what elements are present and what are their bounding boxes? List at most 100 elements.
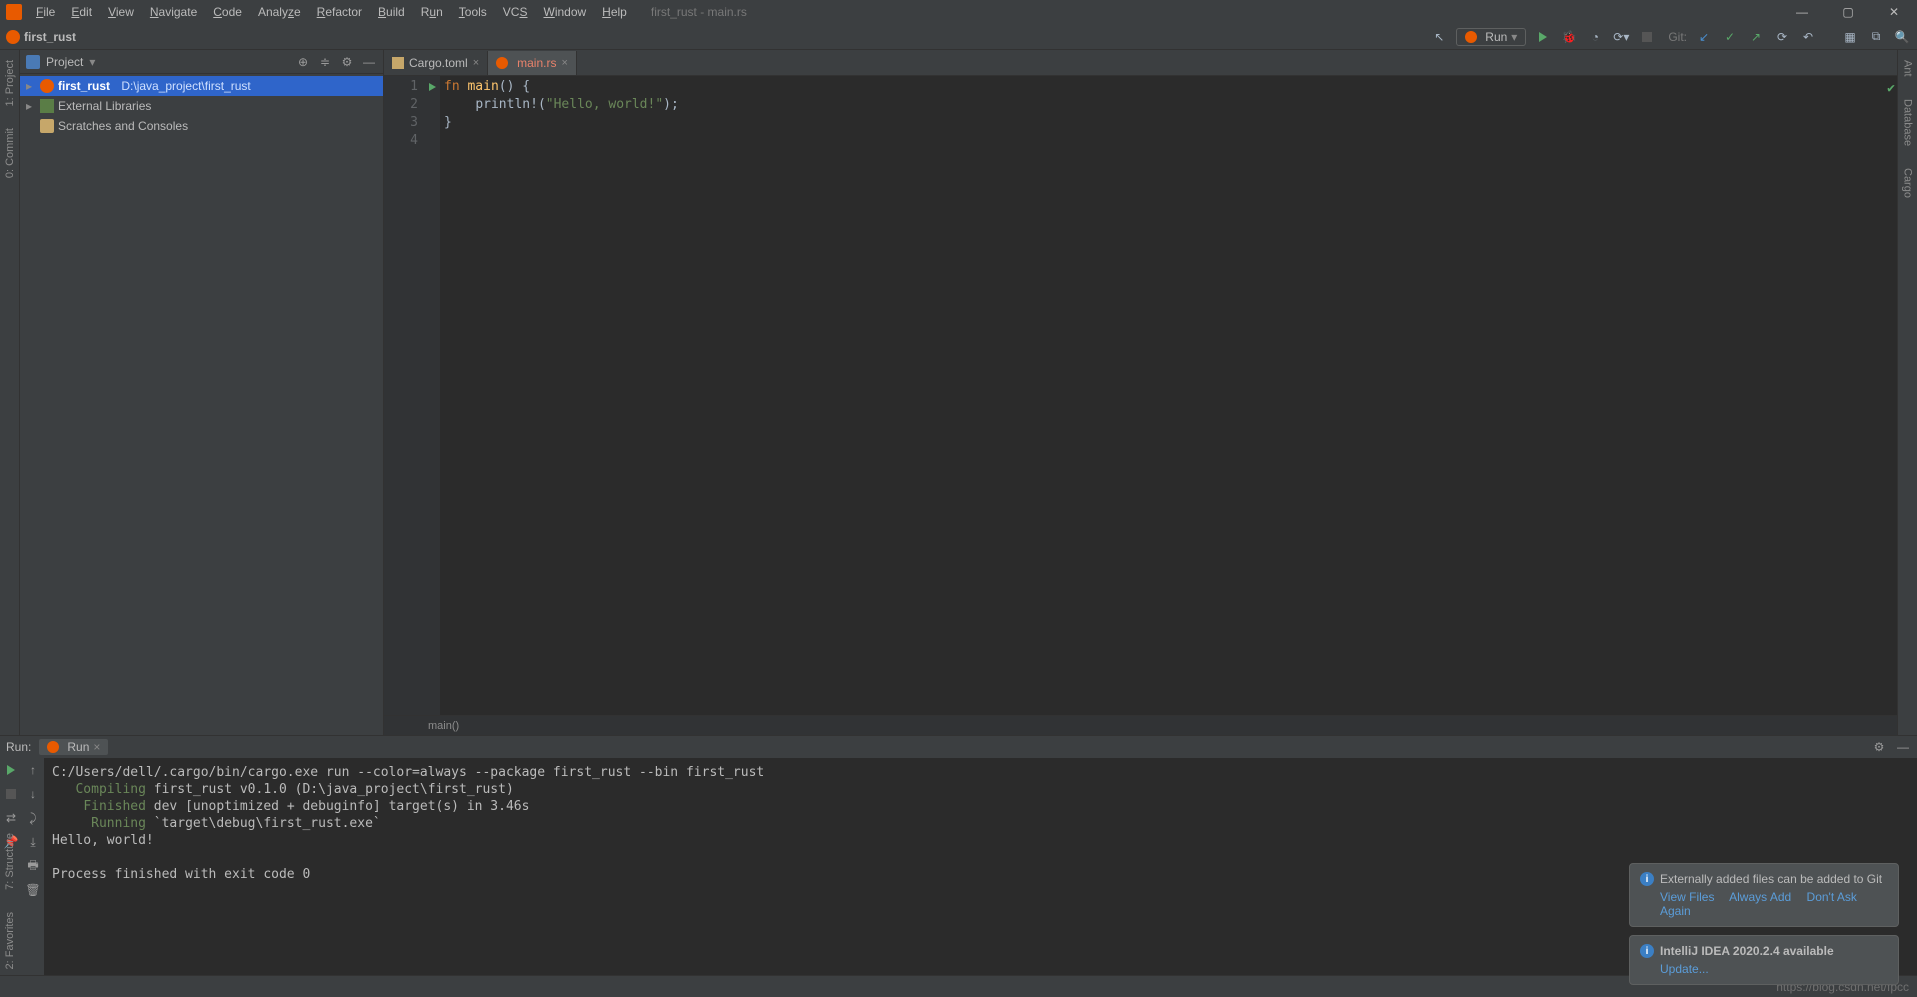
- ide-errors-icon[interactable]: ▦: [1841, 28, 1859, 46]
- down-icon[interactable]: ↓: [25, 786, 41, 802]
- run-button[interactable]: [1534, 28, 1552, 46]
- menu-file[interactable]: File: [28, 5, 63, 19]
- print-icon[interactable]: 🖶: [25, 858, 41, 874]
- tree-label: Scratches and Consoles: [58, 119, 188, 133]
- breadcrumb-item: main(): [428, 720, 459, 732]
- run-line-marker[interactable]: [424, 78, 440, 96]
- line-number-gutter[interactable]: 1234: [384, 76, 424, 715]
- maximize-button[interactable]: ▢: [1825, 0, 1871, 24]
- menu-help[interactable]: Help: [594, 5, 635, 19]
- window-controls: — ▢ ✕: [1779, 0, 1917, 24]
- gear-icon[interactable]: ⚙: [339, 54, 355, 70]
- project-pane-title[interactable]: Project: [46, 55, 83, 69]
- project-pane-header: Project ▾ ⊕ ≑ ⚙ —: [20, 50, 383, 74]
- locate-icon[interactable]: ⊕: [295, 54, 311, 70]
- hide-icon[interactable]: —: [361, 54, 377, 70]
- tree-root-path: D:\java_project\first_rust: [121, 79, 250, 93]
- tool-database-tab[interactable]: Database: [1902, 93, 1914, 152]
- library-icon: [40, 99, 54, 113]
- expander-icon[interactable]: ▸: [26, 99, 36, 113]
- menu-navigate[interactable]: Navigate: [142, 5, 205, 19]
- menu-run[interactable]: Run: [413, 5, 451, 19]
- menu-code[interactable]: Code: [205, 5, 250, 19]
- tool-project-tab[interactable]: 1: Project: [4, 54, 16, 112]
- rust-icon: [496, 57, 508, 69]
- left-status-gutter: [8, 985, 28, 989]
- tree-root[interactable]: ▸ first_rust D:\java_project\first_rust: [20, 76, 383, 96]
- close-icon[interactable]: ×: [93, 740, 100, 754]
- up-icon[interactable]: ↑: [25, 762, 41, 778]
- rust-icon: [40, 79, 54, 93]
- tab-main-rs[interactable]: main.rs ×: [488, 51, 577, 75]
- minimize-button[interactable]: —: [1779, 0, 1825, 24]
- git-commit-icon[interactable]: ✓: [1721, 28, 1739, 46]
- notification-title: Externally added files can be added to G…: [1660, 872, 1882, 886]
- stop-button[interactable]: [3, 786, 19, 802]
- notif-link-update[interactable]: Update...: [1660, 962, 1709, 976]
- notification-git-files: i Externally added files can be added to…: [1629, 863, 1899, 927]
- clear-icon[interactable]: 🗑: [25, 882, 41, 898]
- close-button[interactable]: ✕: [1871, 0, 1917, 24]
- back-icon[interactable]: ↖: [1430, 28, 1448, 46]
- git-history-icon[interactable]: ⟳: [1773, 28, 1791, 46]
- git-rollback-icon[interactable]: ↶: [1799, 28, 1817, 46]
- debug-button[interactable]: 🐞: [1560, 28, 1578, 46]
- git-push-icon[interactable]: ↗: [1747, 28, 1765, 46]
- menu-refactor[interactable]: Refactor: [309, 5, 370, 19]
- stop-button[interactable]: [1638, 28, 1656, 46]
- run-configuration-selector[interactable]: Run ▾: [1456, 28, 1526, 46]
- project-view-icon: [26, 55, 40, 69]
- hide-icon[interactable]: —: [1895, 739, 1911, 755]
- notif-link-always-add[interactable]: Always Add: [1729, 890, 1791, 904]
- menu-view[interactable]: View: [100, 5, 142, 19]
- editor-breadcrumb[interactable]: main(): [384, 715, 1897, 735]
- close-icon[interactable]: ×: [473, 57, 479, 69]
- tree-external-libraries[interactable]: ▸ External Libraries: [20, 96, 383, 116]
- rerun-button[interactable]: [3, 762, 19, 778]
- menu-window[interactable]: Window: [535, 5, 594, 19]
- info-icon: i: [1640, 872, 1654, 886]
- expander-icon[interactable]: ▸: [26, 79, 36, 93]
- main-split: 1: Project 0: Commit Project ▾ ⊕ ≑ ⚙ — ▸…: [0, 50, 1917, 735]
- right-tool-gutter: Ant Database Cargo: [1897, 50, 1917, 735]
- run-tab-label: Run: [67, 740, 89, 754]
- notification-update: i IntelliJ IDEA 2020.2.4 available Updat…: [1629, 935, 1899, 985]
- menu-edit[interactable]: Edit: [63, 5, 100, 19]
- notif-link-view-files[interactable]: View Files: [1660, 890, 1714, 904]
- menu-bar: File Edit View Navigate Code Analyze Ref…: [0, 0, 1917, 24]
- editor-tabs: Cargo.toml × main.rs ×: [384, 50, 1897, 76]
- menu-analyze[interactable]: Analyze: [250, 5, 309, 19]
- editor-body[interactable]: 1234 fn main() { println!("Hello, world!…: [384, 76, 1897, 715]
- inspection-ok-icon[interactable]: ✔: [1887, 80, 1895, 98]
- scroll-to-end-icon[interactable]: ⤓: [25, 834, 41, 850]
- tool-ant-tab[interactable]: Ant: [1902, 54, 1914, 83]
- soft-wrap-icon[interactable]: ⤸: [25, 810, 41, 826]
- title-path: first_rust - main.rs: [651, 5, 747, 19]
- close-icon[interactable]: ×: [561, 57, 567, 69]
- tool-commit-tab[interactable]: 0: Commit: [4, 122, 16, 184]
- gear-icon[interactable]: ⚙: [1871, 739, 1887, 755]
- menu-build[interactable]: Build: [370, 5, 413, 19]
- tree-scratches[interactable]: Scratches and Consoles: [20, 116, 383, 136]
- breadcrumb[interactable]: first_rust: [24, 30, 76, 44]
- tab-cargo-toml[interactable]: Cargo.toml ×: [384, 51, 488, 75]
- run-tab[interactable]: Run ×: [39, 739, 108, 755]
- menu-vcs[interactable]: VCS: [495, 5, 536, 19]
- rust-icon: [47, 741, 59, 753]
- git-label: Git:: [1668, 30, 1687, 44]
- chevron-down-icon: ▾: [1511, 30, 1517, 44]
- expand-all-icon[interactable]: ≑: [317, 54, 333, 70]
- tool-structure-tab[interactable]: 7: Structure: [4, 827, 16, 896]
- menu-tools[interactable]: Tools: [451, 5, 495, 19]
- run-toolbar-secondary: ↑ ↓ ⤸ ⤓ 🖶 🗑: [22, 758, 44, 975]
- git-update-icon[interactable]: ↙: [1695, 28, 1713, 46]
- profile-button[interactable]: ⟳▾: [1612, 28, 1630, 46]
- coverage-button[interactable]: ◔: [1586, 28, 1604, 46]
- tool-cargo-tab[interactable]: Cargo: [1902, 162, 1914, 204]
- code-editor[interactable]: fn main() { println!("Hello, world!"); }…: [440, 76, 1897, 715]
- layout-icon[interactable]: ⇄: [3, 810, 19, 826]
- search-everywhere-icon[interactable]: ⧉: [1867, 28, 1885, 46]
- chevron-down-icon[interactable]: ▾: [89, 55, 95, 69]
- tool-favorites-tab[interactable]: 2: Favorites: [4, 906, 16, 975]
- search-icon[interactable]: 🔍: [1893, 28, 1911, 46]
